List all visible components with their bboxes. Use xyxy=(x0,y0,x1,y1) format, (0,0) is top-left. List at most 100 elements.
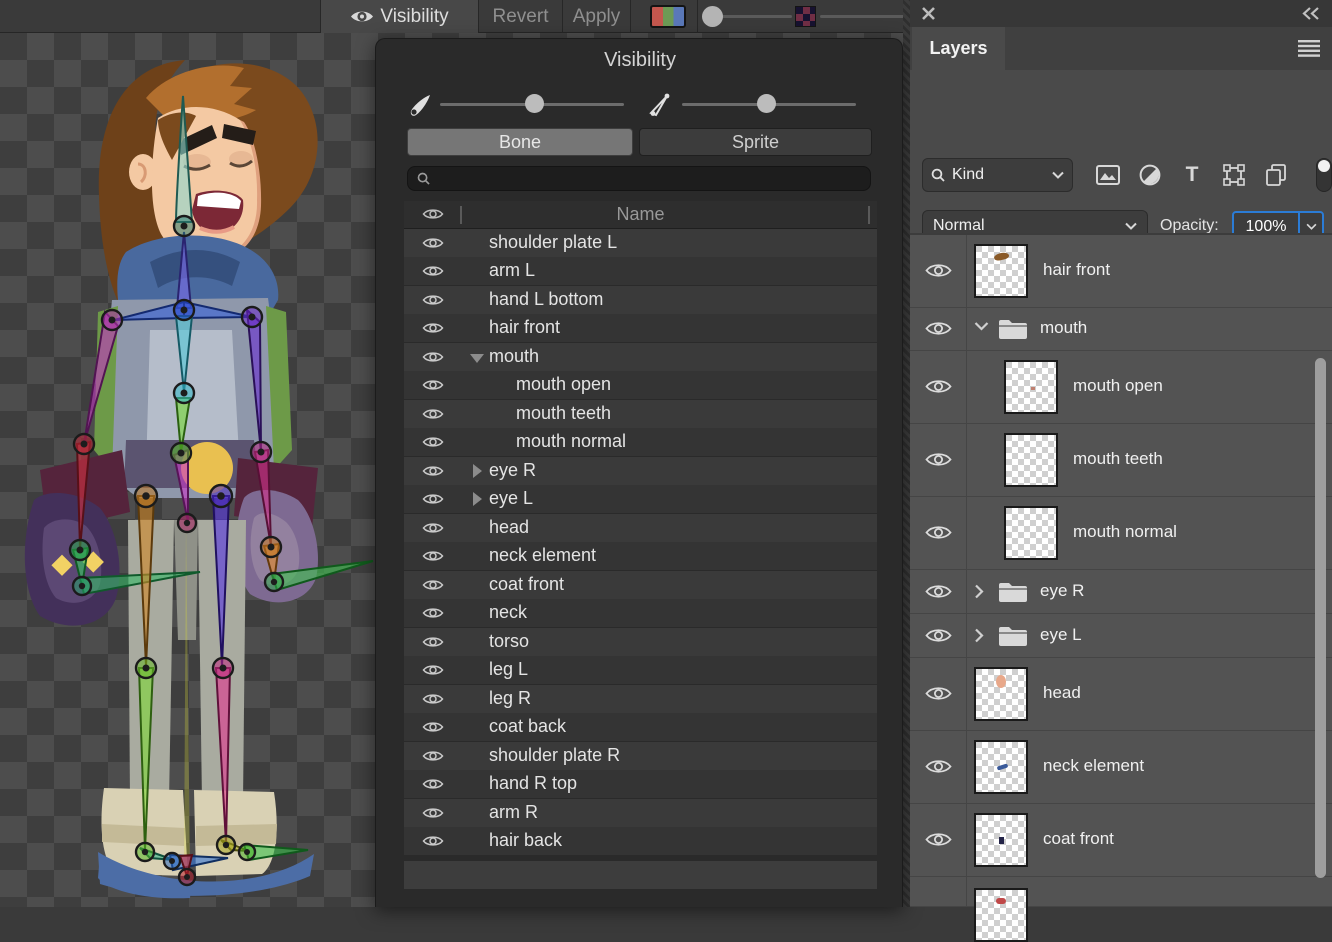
collapse-triangle-icon[interactable] xyxy=(473,492,482,506)
layer-row-partial[interactable] xyxy=(910,877,1332,907)
layer-thumbnail[interactable] xyxy=(974,667,1028,721)
search-input[interactable] xyxy=(436,171,856,187)
bone-row[interactable]: eye L xyxy=(404,485,877,513)
sprite-opacity-slider-knob[interactable] xyxy=(757,94,776,113)
close-icon[interactable] xyxy=(922,7,935,20)
bone-row[interactable]: neck element xyxy=(404,542,877,570)
layer-visibility-toggle[interactable] xyxy=(910,804,967,876)
layer-visibility-toggle[interactable] xyxy=(910,731,967,803)
layer-visibility-toggle[interactable] xyxy=(910,570,967,613)
layer-visibility-toggle[interactable] xyxy=(910,877,967,906)
visibility-eye-icon[interactable] xyxy=(422,435,444,449)
layer-thumbnail[interactable] xyxy=(1004,506,1058,560)
bone-row[interactable]: hair front xyxy=(404,314,877,342)
visibility-eye-icon[interactable] xyxy=(422,521,444,535)
visibility-eye-icon[interactable] xyxy=(422,635,444,649)
apply-button[interactable]: Apply xyxy=(563,0,630,33)
kind-filter-dropdown[interactable]: Kind xyxy=(922,158,1073,192)
toolbar-slider-1-track[interactable] xyxy=(712,15,792,18)
filter-shape-layers-icon[interactable] xyxy=(1220,162,1248,188)
filter-toggle[interactable] xyxy=(1316,158,1332,192)
filter-smart-objects-icon[interactable] xyxy=(1262,162,1290,188)
layer-group-row[interactable]: mouth xyxy=(910,308,1332,351)
layer-thumbnail[interactable] xyxy=(974,888,1028,942)
group-expand-chevron-icon[interactable] xyxy=(974,321,989,331)
visibility-eye-icon[interactable] xyxy=(422,378,444,392)
layer-thumbnail[interactable] xyxy=(974,813,1028,867)
bone-row[interactable]: head xyxy=(404,514,877,542)
layer-row[interactable]: mouth teeth xyxy=(910,424,1332,497)
filter-pixel-layers-icon[interactable] xyxy=(1094,162,1122,188)
visibility-eye-icon[interactable] xyxy=(422,777,444,791)
layer-thumbnail[interactable] xyxy=(1004,433,1058,487)
visibility-eye-icon[interactable] xyxy=(422,720,444,734)
layer-visibility-toggle[interactable] xyxy=(910,351,967,423)
bone-row[interactable]: mouth xyxy=(404,343,877,371)
layer-visibility-toggle[interactable] xyxy=(910,497,967,569)
layer-group-row[interactable]: eye L xyxy=(910,614,1332,658)
bone-row[interactable]: hand L bottom xyxy=(404,286,877,314)
bone-row[interactable]: neck xyxy=(404,599,877,627)
layer-visibility-toggle[interactable] xyxy=(910,235,967,307)
layer-row[interactable]: hair front xyxy=(910,235,1332,308)
collapse-triangle-icon[interactable] xyxy=(473,464,482,478)
visibility-eye-icon[interactable] xyxy=(422,606,444,620)
bone-row[interactable]: mouth normal xyxy=(404,428,877,456)
visibility-eye-icon[interactable] xyxy=(422,293,444,307)
visibility-eye-icon[interactable] xyxy=(422,578,444,592)
visibility-eye-icon[interactable] xyxy=(422,492,444,506)
layer-thumbnail[interactable] xyxy=(974,244,1028,298)
collapse-panel-icon[interactable] xyxy=(1302,7,1320,20)
layer-row[interactable]: head xyxy=(910,658,1332,731)
bone-row[interactable]: hand R top xyxy=(404,770,877,798)
visibility-eye-icon[interactable] xyxy=(422,407,444,421)
bone-row[interactable]: hair back xyxy=(404,827,877,855)
layer-visibility-toggle[interactable] xyxy=(910,424,967,496)
layer-row[interactable]: coat front xyxy=(910,804,1332,877)
bone-row[interactable]: torso xyxy=(404,628,877,656)
revert-button[interactable]: Revert xyxy=(479,0,562,33)
visibility-tab-button[interactable]: Visibility xyxy=(321,0,478,33)
bone-row[interactable]: coat front xyxy=(404,571,877,599)
visibility-eye-icon[interactable] xyxy=(422,350,444,364)
toolbar-pattern-swatch[interactable] xyxy=(795,6,816,27)
bone-row[interactable]: shoulder plate R xyxy=(404,742,877,770)
bone-row[interactable]: leg L xyxy=(404,656,877,684)
tab-bone[interactable]: Bone xyxy=(407,128,633,156)
visibility-eye-icon[interactable] xyxy=(422,264,444,278)
color-swatch-button[interactable] xyxy=(650,5,686,28)
visibility-eye-icon[interactable] xyxy=(422,834,444,848)
visibility-eye-icon[interactable] xyxy=(422,236,444,250)
layer-row[interactable]: neck element xyxy=(910,731,1332,804)
bone-row[interactable]: mouth teeth xyxy=(404,400,877,428)
visibility-eye-icon[interactable] xyxy=(422,549,444,563)
toolbar-slider-2-track[interactable] xyxy=(820,15,907,18)
bone-row[interactable]: arm L xyxy=(404,257,877,285)
bone-row[interactable]: eye R xyxy=(404,457,877,485)
layer-row[interactable]: mouth open xyxy=(910,351,1332,424)
expand-triangle-open-icon[interactable] xyxy=(470,354,484,363)
layer-visibility-toggle[interactable] xyxy=(910,658,967,730)
layer-group-row[interactable]: eye R xyxy=(910,570,1332,614)
visibility-eye-icon[interactable] xyxy=(422,321,444,335)
tab-sprite[interactable]: Sprite xyxy=(639,128,872,156)
visibility-eye-icon[interactable] xyxy=(422,692,444,706)
bone-size-slider-knob[interactable] xyxy=(525,94,544,113)
layer-thumbnail[interactable] xyxy=(974,740,1028,794)
visibility-eye-icon[interactable] xyxy=(422,806,444,820)
toolbar-slider-1-knob[interactable] xyxy=(702,6,723,27)
visibility-eye-icon[interactable] xyxy=(422,663,444,677)
bone-row[interactable]: mouth open xyxy=(404,371,877,399)
group-collapsed-chevron-icon[interactable] xyxy=(974,628,984,643)
bone-row[interactable]: shoulder plate L xyxy=(404,229,877,257)
group-collapsed-chevron-icon[interactable] xyxy=(974,584,984,599)
layers-scrollbar[interactable] xyxy=(1315,358,1326,878)
layer-row[interactable]: mouth normal xyxy=(910,497,1332,570)
visibility-eye-icon[interactable] xyxy=(422,464,444,478)
layer-visibility-toggle[interactable] xyxy=(910,614,967,657)
tab-layers[interactable]: Layers xyxy=(912,27,1005,70)
visibility-eye-icon[interactable] xyxy=(422,749,444,763)
filter-type-layers-icon[interactable]: T xyxy=(1178,162,1206,188)
bone-row[interactable]: leg R xyxy=(404,685,877,713)
layer-thumbnail[interactable] xyxy=(1004,360,1058,414)
